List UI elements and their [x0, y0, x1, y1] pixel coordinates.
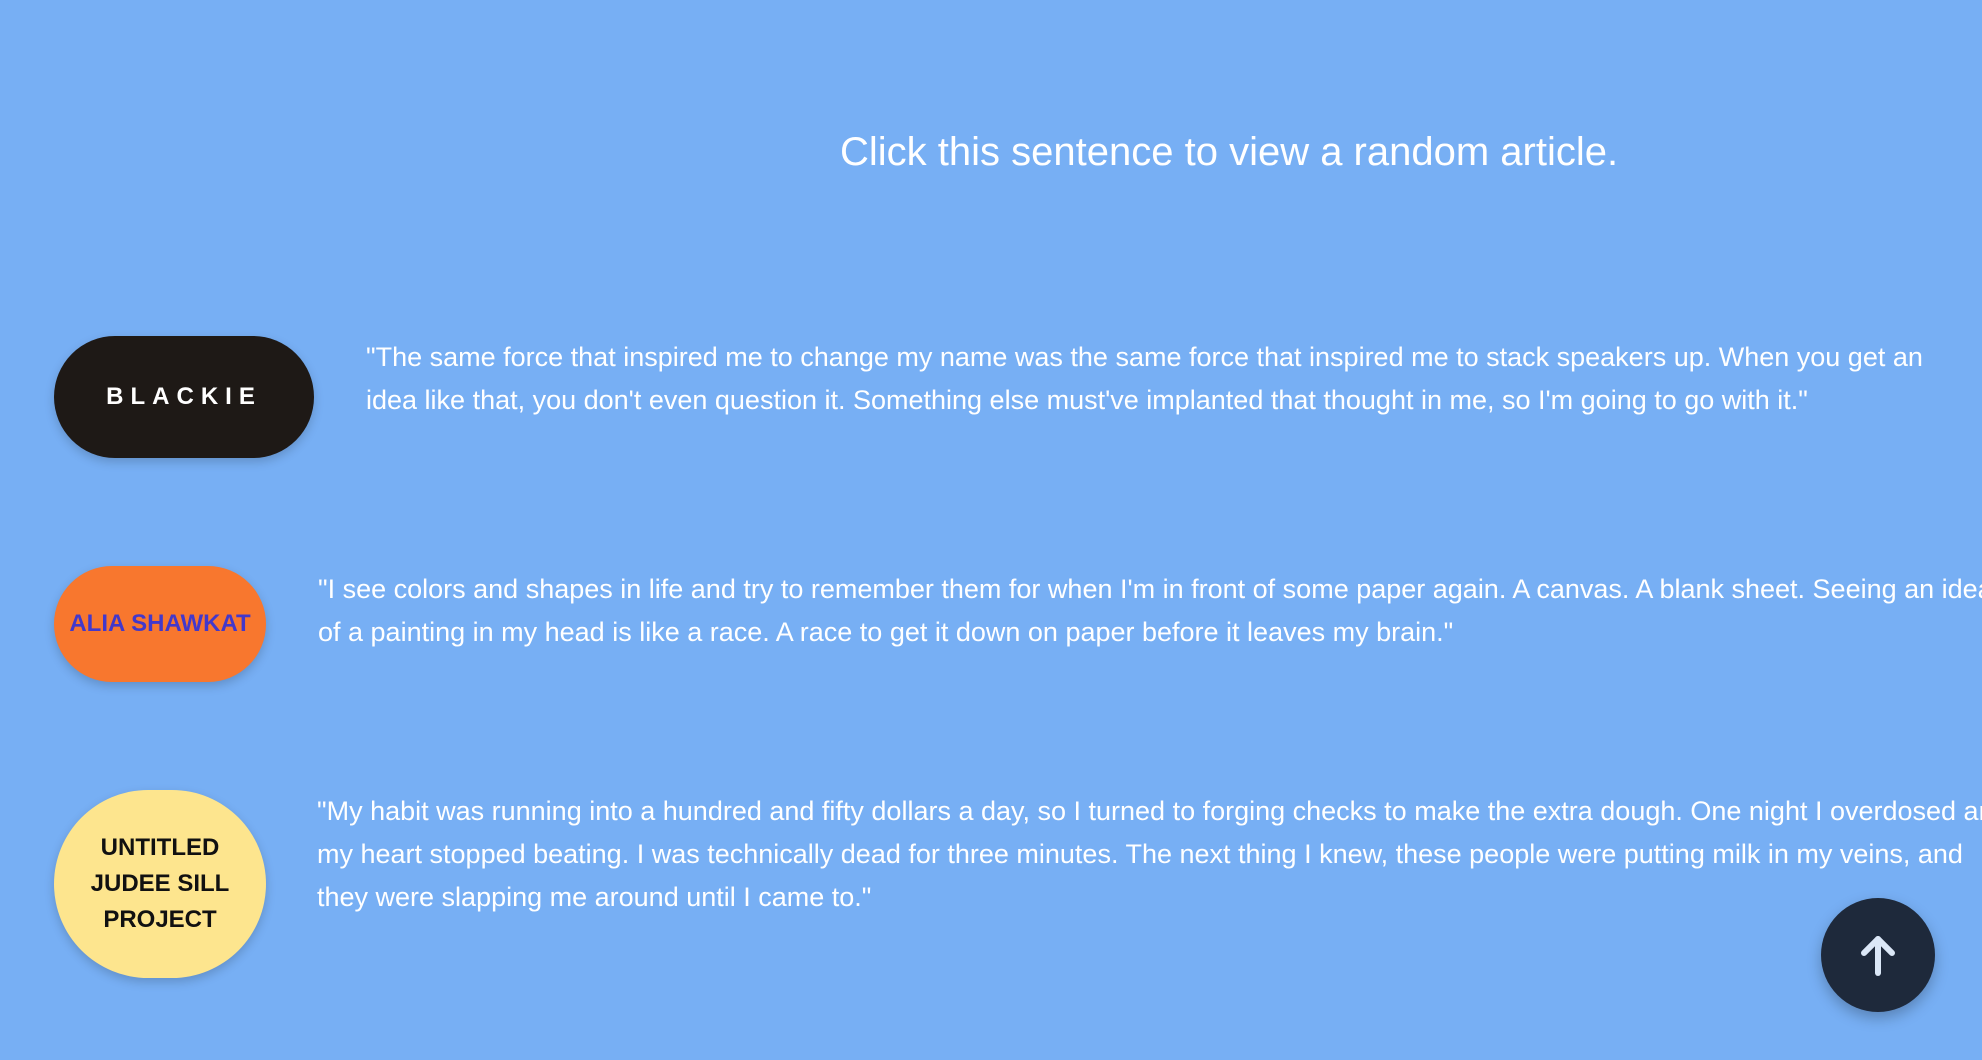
artist-name: ALIA SHAWKAT: [69, 610, 251, 637]
artist-name: BLACKIE: [106, 383, 262, 410]
artist-pill-blackie[interactable]: BLACKIE: [54, 336, 314, 458]
quote-text: "My habit was running into a hundred and…: [317, 796, 1982, 912]
scroll-to-top-button[interactable]: [1821, 898, 1935, 1012]
quote-entry: ALIA SHAWKAT "I see colors and shapes in…: [54, 566, 1982, 682]
quote-entry: UNTITLED JUDEE SILL PROJECT "My habit wa…: [54, 790, 1982, 978]
artist-pill-alia-shawkat[interactable]: ALIA SHAWKAT: [54, 566, 266, 682]
page: Click this sentence to view a random art…: [0, 0, 1982, 1060]
random-article-link[interactable]: Click this sentence to view a random art…: [840, 126, 1618, 178]
artist-pill-judee-sill[interactable]: UNTITLED JUDEE SILL PROJECT: [54, 790, 266, 978]
quote-entry: BLACKIE "The same force that inspired me…: [54, 336, 1946, 458]
artist-name: UNTITLED JUDEE SILL PROJECT: [90, 834, 230, 933]
quote-text: "I see colors and shapes in life and try…: [318, 574, 1982, 647]
quote-text: "The same force that inspired me to chan…: [366, 342, 1923, 415]
arrow-up-icon: [1861, 936, 1895, 976]
